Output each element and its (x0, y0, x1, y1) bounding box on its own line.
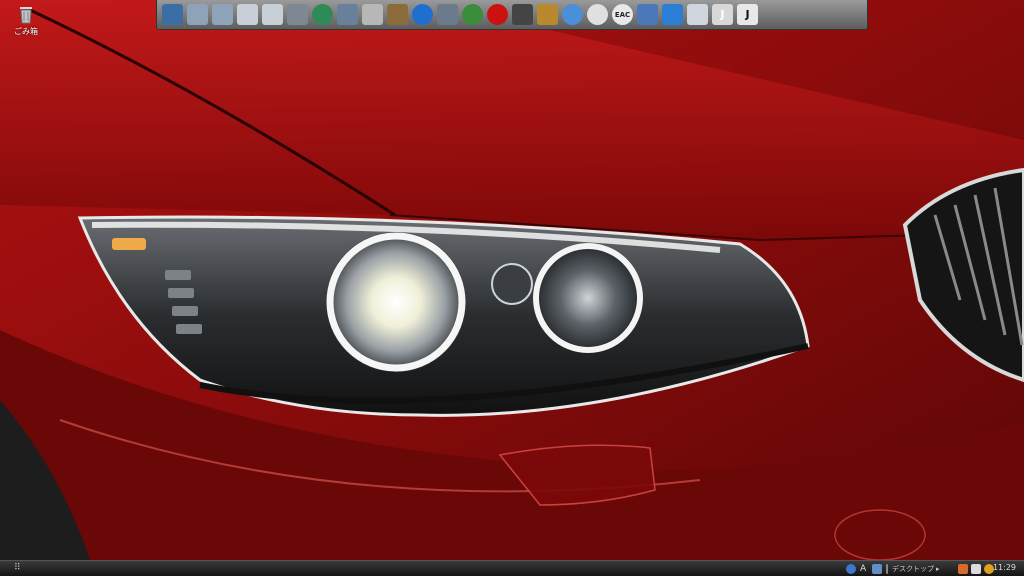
dock-item-document-2[interactable] (261, 3, 284, 27)
desktop-wallpaper (0, 0, 1024, 560)
dock-item-network[interactable] (461, 3, 484, 27)
notification-area (958, 562, 994, 575)
ie-icon (662, 4, 683, 25)
mail-icon (687, 4, 708, 25)
chevron-right-icon: ▸ (936, 564, 940, 573)
dock-item-eac[interactable]: EAC (611, 3, 634, 27)
monitor-icon (162, 4, 183, 25)
desktop-toolbar[interactable]: デスクトップ ▸ (892, 564, 940, 574)
dock-item-game[interactable] (511, 3, 534, 27)
computer-icon (437, 4, 458, 25)
dock-item-computer[interactable] (436, 3, 459, 27)
dock-item-media-center[interactable] (311, 3, 334, 27)
dock-item-chrome[interactable] (586, 3, 609, 27)
tools-icon[interactable] (872, 563, 882, 574)
dock-item-folder-1[interactable] (186, 3, 209, 27)
dock-item-photo[interactable] (386, 3, 409, 27)
dock-item-internet-explorer[interactable] (661, 3, 684, 27)
play-icon (412, 4, 433, 25)
camera-icon (287, 4, 308, 25)
j-light-icon: J (712, 4, 733, 25)
ime-icon[interactable]: A (860, 564, 868, 574)
opera-icon (487, 4, 508, 25)
media-icon (312, 4, 333, 25)
recycle-bin-label: ごみ箱 (14, 27, 38, 36)
application-dock: EAC J J (156, 0, 868, 30)
system-tray: A デスクトップ ▸ (846, 562, 940, 575)
dock-item-camera[interactable] (286, 3, 309, 27)
game-icon (512, 4, 533, 25)
dock-item-mail[interactable] (686, 3, 709, 27)
dock-item-document-1[interactable] (236, 3, 259, 27)
dock-item-settings[interactable] (636, 3, 659, 27)
dock-item-opera[interactable] (486, 3, 509, 27)
clock: 11:29 (992, 563, 1016, 572)
security-icon (537, 4, 558, 25)
recycle-bin-icon (15, 3, 37, 25)
recycle-bin[interactable]: ごみ箱 (6, 3, 46, 37)
desktop-toolbar-label: デスクトップ (892, 564, 934, 573)
dock-item-guitar[interactable] (336, 3, 359, 27)
network-icon[interactable] (846, 563, 856, 574)
dock-item-security[interactable] (536, 3, 559, 27)
chrome-icon (587, 4, 608, 25)
start-button[interactable]: ⠿ (14, 563, 21, 573)
dock-item-j-light[interactable]: J (711, 3, 734, 27)
tools-icon (362, 4, 383, 25)
folder-icon (187, 4, 208, 25)
dock-item-j-dark[interactable]: J (736, 3, 759, 27)
j-dark-icon: J (737, 4, 758, 25)
dock-item-folder-2[interactable] (211, 3, 234, 27)
shield-icon[interactable] (958, 563, 968, 574)
dock-item-desktop[interactable] (161, 3, 184, 27)
eac-icon: EAC (612, 4, 633, 25)
divider-icon (886, 563, 888, 574)
folder-icon (212, 4, 233, 25)
dock-item-safari[interactable] (561, 3, 584, 27)
window-icon (637, 4, 658, 25)
dock-item-tools[interactable] (361, 3, 384, 27)
font-icon[interactable] (971, 563, 981, 574)
photo-icon (387, 4, 408, 25)
globe-icon (462, 4, 483, 25)
document-icon (237, 4, 258, 25)
compass-icon (562, 4, 583, 25)
taskbar: ⠿ A デスクトップ ▸ 11:29 (0, 560, 1024, 576)
document-icon (262, 4, 283, 25)
dock-item-media-player[interactable] (411, 3, 434, 27)
guitar-icon (337, 4, 358, 25)
